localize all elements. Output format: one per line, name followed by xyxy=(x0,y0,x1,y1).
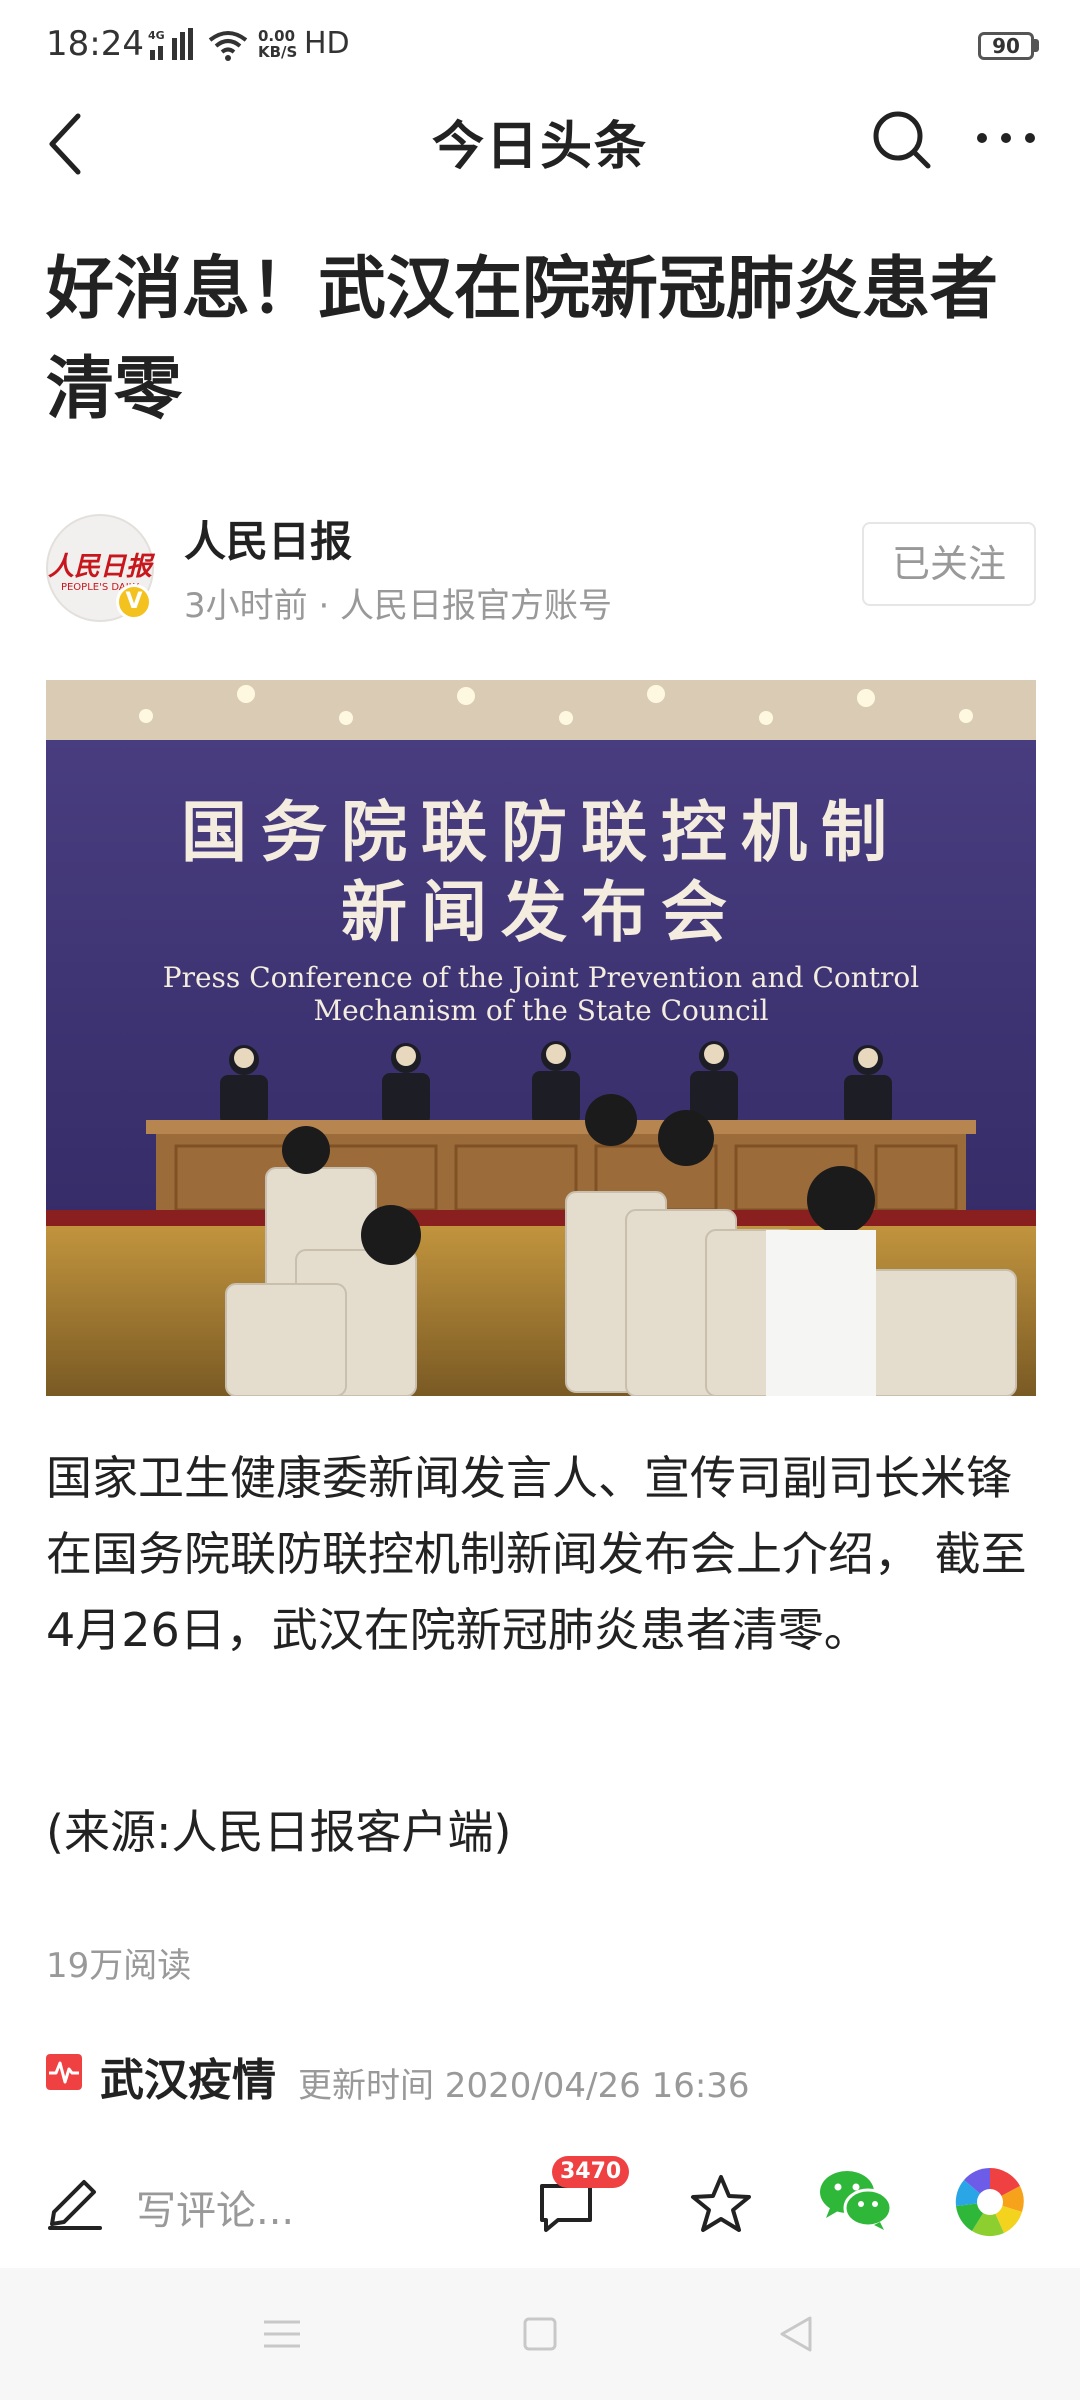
author-avatar[interactable]: 人民日报 PEOPLE'S DAILY V xyxy=(46,514,154,622)
star-icon[interactable] xyxy=(688,2172,754,2236)
speed-value: 0.00 xyxy=(258,27,296,45)
read-count: 19万阅读 xyxy=(46,1946,192,1986)
article-source: (来源:人民日报客户端) xyxy=(46,1805,512,1859)
banner-en1: Press Conference of the Joint Prevention… xyxy=(163,961,919,994)
article-title: 好消息！武汉在院新冠肺炎患者清零 xyxy=(46,250,999,429)
status-time: 18:24 xyxy=(46,24,144,64)
follow-button[interactable]: 已关注 xyxy=(862,522,1036,606)
press-conference-image: 国务院联防联控机制 新闻发布会 Press Conference of the … xyxy=(46,680,1036,1396)
battery-tip xyxy=(1034,39,1039,52)
signal-icon: 4G xyxy=(148,28,193,60)
battery-level: 90 xyxy=(992,34,1020,58)
speed-unit: KB/S xyxy=(258,43,298,61)
topic-name[interactable]: 武汉疫情 xyxy=(100,2044,276,2108)
topic-update-time: 更新时间 2020/04/26 16:36 xyxy=(298,2066,750,2106)
status-bar: 18:24 4G 0.00 KB/S HD 90 xyxy=(0,0,1080,96)
comment-count-badge: 3470 xyxy=(552,2156,630,2188)
home-icon[interactable] xyxy=(522,2316,558,2352)
wifi-icon xyxy=(208,31,248,61)
author-meta: 3小时前 · 人民日报官方账号 xyxy=(184,586,613,626)
network-speed: 0.00 KB/S xyxy=(258,28,297,60)
search-icon[interactable] xyxy=(870,108,934,172)
verified-badge-icon: V xyxy=(116,584,152,620)
article-body: 国家卫生健康委新闻发言人、宣传司副司长米锋在国务院联防联控机制新闻发布会上介绍，… xyxy=(46,1451,1027,1657)
banner-line2: 新闻发布会 xyxy=(341,874,741,951)
banner-en2: Mechanism of the State Council xyxy=(313,994,768,1027)
moments-icon[interactable] xyxy=(954,2166,1026,2238)
article-photo[interactable]: 国务院联防联控机制 新闻发布会 Press Conference of the … xyxy=(46,680,1036,1396)
comment-input[interactable]: 写评论... xyxy=(136,2178,294,2236)
back-nav-icon[interactable] xyxy=(776,2314,816,2354)
more-icon[interactable] xyxy=(974,130,1038,146)
hd-indicator: HD xyxy=(304,26,350,61)
wechat-icon[interactable] xyxy=(818,2168,894,2234)
network-type: 4G xyxy=(148,29,165,42)
edit-icon[interactable] xyxy=(44,2172,104,2232)
menu-icon[interactable] xyxy=(262,2318,302,2350)
author-name[interactable]: 人民日报 xyxy=(184,508,352,569)
topic-pulse-icon xyxy=(46,2054,82,2090)
avatar-logo-text: 人民日报 xyxy=(48,552,153,582)
banner-line1: 国务院联防联控机制 xyxy=(181,794,901,871)
